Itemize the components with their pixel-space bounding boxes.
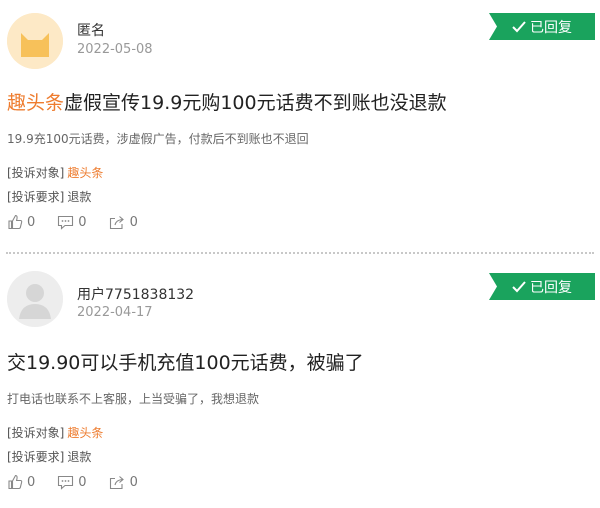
comment-icon — [58, 215, 74, 230]
complaint-request: [投诉要求] 退款 — [7, 448, 91, 465]
status-label: 已回复 — [530, 279, 572, 296]
post-date: 2022-04-17 — [77, 305, 153, 320]
share-icon — [109, 215, 124, 229]
complaint-description: 打电话也联系不上客服，上当受骗了，我想退款 — [7, 392, 260, 406]
username: 用户7751838132 — [77, 287, 195, 303]
comment-button[interactable]: 0 — [57, 474, 87, 490]
action-bar: 0 0 0 — [7, 474, 138, 490]
request-label: [投诉要求] — [7, 450, 65, 464]
complaint-card[interactable]: 用户7751838132 2022-04-17 已回复 交19.90可以手机充值… — [0, 256, 600, 508]
complaint-card[interactable]: 匿名 2022-05-08 已回复 趣头条虚假宣传19.9元购100元话费不到账… — [0, 0, 600, 252]
comment-count: 0 — [78, 214, 87, 230]
user-silhouette-icon — [7, 271, 63, 327]
post-date: 2022-05-08 — [77, 42, 153, 57]
thumbs-up-icon — [8, 214, 23, 230]
status-badge: 已回复 — [489, 13, 595, 40]
complaint-request: [投诉要求] 退款 — [7, 188, 91, 205]
default-avatar — [7, 271, 63, 327]
comment-count: 0 — [78, 474, 87, 490]
complaint-description: 19.9充100元话费，涉虚假广告，付款后不到账也不退回 — [7, 132, 309, 146]
request-value: 退款 — [67, 450, 92, 464]
card-divider — [6, 252, 594, 254]
target-link[interactable]: 趣头条 — [67, 166, 103, 180]
like-count: 0 — [27, 474, 36, 490]
check-icon — [512, 20, 526, 32]
complaint-target: [投诉对象] 趣头条 — [7, 424, 103, 441]
cat-avatar — [7, 13, 63, 69]
like-button[interactable]: 0 — [7, 214, 35, 230]
complaint-title[interactable]: 交19.90可以手机充值100元话费，被骗了 — [7, 348, 364, 375]
like-count: 0 — [27, 214, 36, 230]
request-label: [投诉要求] — [7, 190, 65, 204]
like-button[interactable]: 0 — [7, 474, 35, 490]
share-count: 0 — [129, 214, 138, 230]
title-text[interactable]: 虚假宣传19.9元购100元话费不到账也没退款 — [64, 92, 447, 114]
complaint-title[interactable]: 趣头条虚假宣传19.9元购100元话费不到账也没退款 — [7, 88, 447, 115]
target-link[interactable]: 趣头条 — [67, 426, 103, 440]
target-label: [投诉对象] — [7, 426, 65, 440]
share-button[interactable]: 0 — [109, 474, 138, 490]
complaint-target: [投诉对象] 趣头条 — [7, 164, 103, 181]
target-label: [投诉对象] — [7, 166, 65, 180]
request-value: 退款 — [67, 190, 92, 204]
title-brand[interactable]: 趣头条 — [7, 92, 64, 114]
comment-icon — [58, 475, 74, 490]
thumbs-up-icon — [8, 474, 23, 490]
status-label: 已回复 — [530, 19, 572, 36]
check-icon — [512, 280, 526, 292]
cat-icon — [7, 13, 63, 69]
share-icon — [109, 475, 124, 489]
share-button[interactable]: 0 — [109, 214, 138, 230]
comment-button[interactable]: 0 — [57, 214, 87, 230]
title-text[interactable]: 交19.90可以手机充值100元话费，被骗了 — [7, 352, 364, 374]
status-badge: 已回复 — [489, 273, 595, 300]
username: 匿名 — [77, 23, 105, 39]
share-count: 0 — [129, 474, 138, 490]
action-bar: 0 0 0 — [7, 214, 138, 230]
